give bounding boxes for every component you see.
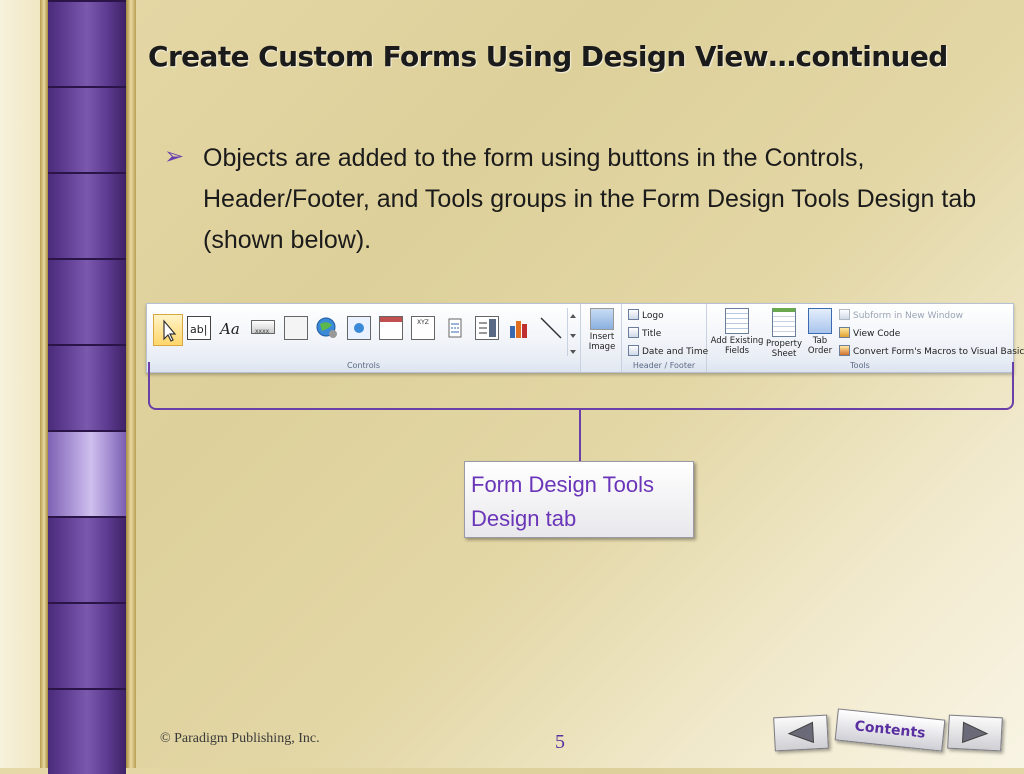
gold-trim-right [126, 0, 136, 768]
property-sheet-icon [772, 308, 796, 337]
date-time-button[interactable]: Date and Time [628, 345, 708, 357]
macro-icon [839, 345, 850, 356]
navigation-control-icon[interactable] [379, 316, 403, 340]
triangle-left-icon [787, 721, 815, 744]
subform-new-window-button[interactable]: Subform in New Window [839, 309, 963, 321]
filmstrip-cell [48, 516, 126, 602]
tab-order-button[interactable]: Tab Order [805, 308, 835, 356]
hyperlink-icon[interactable] [315, 316, 339, 340]
insert-image-button[interactable]: Insert Image [583, 308, 621, 352]
fields-list-icon [725, 308, 749, 334]
filmstrip-cell [48, 344, 126, 430]
insert-image-label: Insert Image [588, 332, 616, 352]
add-existing-fields-button[interactable]: Add Existing Fields [709, 308, 765, 356]
convert-macros-button[interactable]: Convert Form's Macros to Visual Basic [839, 345, 1024, 357]
filmstrip-decoration [48, 0, 126, 774]
filmstrip-cell [48, 688, 126, 774]
gold-trim-left [40, 0, 48, 768]
chart-icon[interactable] [507, 316, 531, 340]
filmstrip-cell [48, 86, 126, 172]
filmstrip-cell [48, 258, 126, 344]
bullet-text: Objects are added to the form using butt… [203, 144, 977, 254]
tab-control-icon[interactable] [284, 316, 308, 340]
select-pointer-icon[interactable] [153, 314, 183, 346]
page-break-icon[interactable] [443, 316, 467, 340]
svg-text:xxxx: xxxx [255, 328, 270, 335]
view-code-button[interactable]: View Code [839, 327, 900, 339]
logo-icon [628, 309, 639, 320]
filmstrip-cell [48, 602, 126, 688]
bullet-arrow-icon: ➢ [164, 142, 185, 170]
contents-button[interactable]: Contents [834, 708, 946, 752]
tab-order-icon [808, 308, 832, 334]
combo-box-icon[interactable] [475, 316, 499, 340]
previous-slide-button[interactable] [773, 714, 829, 752]
svg-text:Aa: Aa [219, 320, 240, 338]
slide-title: Create Custom Forms Using Design View…co… [148, 40, 948, 73]
left-border [0, 0, 44, 768]
title-icon [628, 327, 639, 338]
textbox-icon[interactable]: ab| [187, 316, 211, 340]
line-icon[interactable] [539, 316, 563, 340]
ribbon-bracket [148, 362, 1014, 410]
code-icon [839, 327, 850, 338]
svg-text:ab|: ab| [190, 323, 207, 336]
callout-box: Form Design Tools Design tab [464, 461, 694, 538]
callout-connector [579, 409, 581, 461]
filmstrip-cell [48, 0, 126, 86]
triangle-right-icon [961, 721, 989, 744]
logo-button[interactable]: Logo [628, 309, 664, 321]
subform-icon [839, 309, 850, 320]
gallery-scroll[interactable] [567, 308, 578, 356]
title-button[interactable]: Title [628, 327, 661, 339]
calendar-icon [628, 345, 639, 356]
property-sheet-button[interactable]: Property Sheet [765, 308, 803, 359]
copyright-footer: © Paradigm Publishing, Inc. [160, 731, 320, 746]
page-number: 5 [555, 731, 565, 753]
filmstrip-cell-highlight [48, 430, 126, 516]
svg-text:XYZ: XYZ [417, 319, 429, 326]
image-icon [590, 308, 614, 330]
option-group-icon[interactable]: XYZ [411, 316, 435, 340]
next-slide-button[interactable] [947, 714, 1003, 752]
web-browser-icon[interactable] [347, 316, 371, 340]
filmstrip-cell [48, 172, 126, 258]
label-icon[interactable]: Aa [218, 316, 243, 340]
button-control-icon[interactable]: xxxx [251, 320, 275, 335]
